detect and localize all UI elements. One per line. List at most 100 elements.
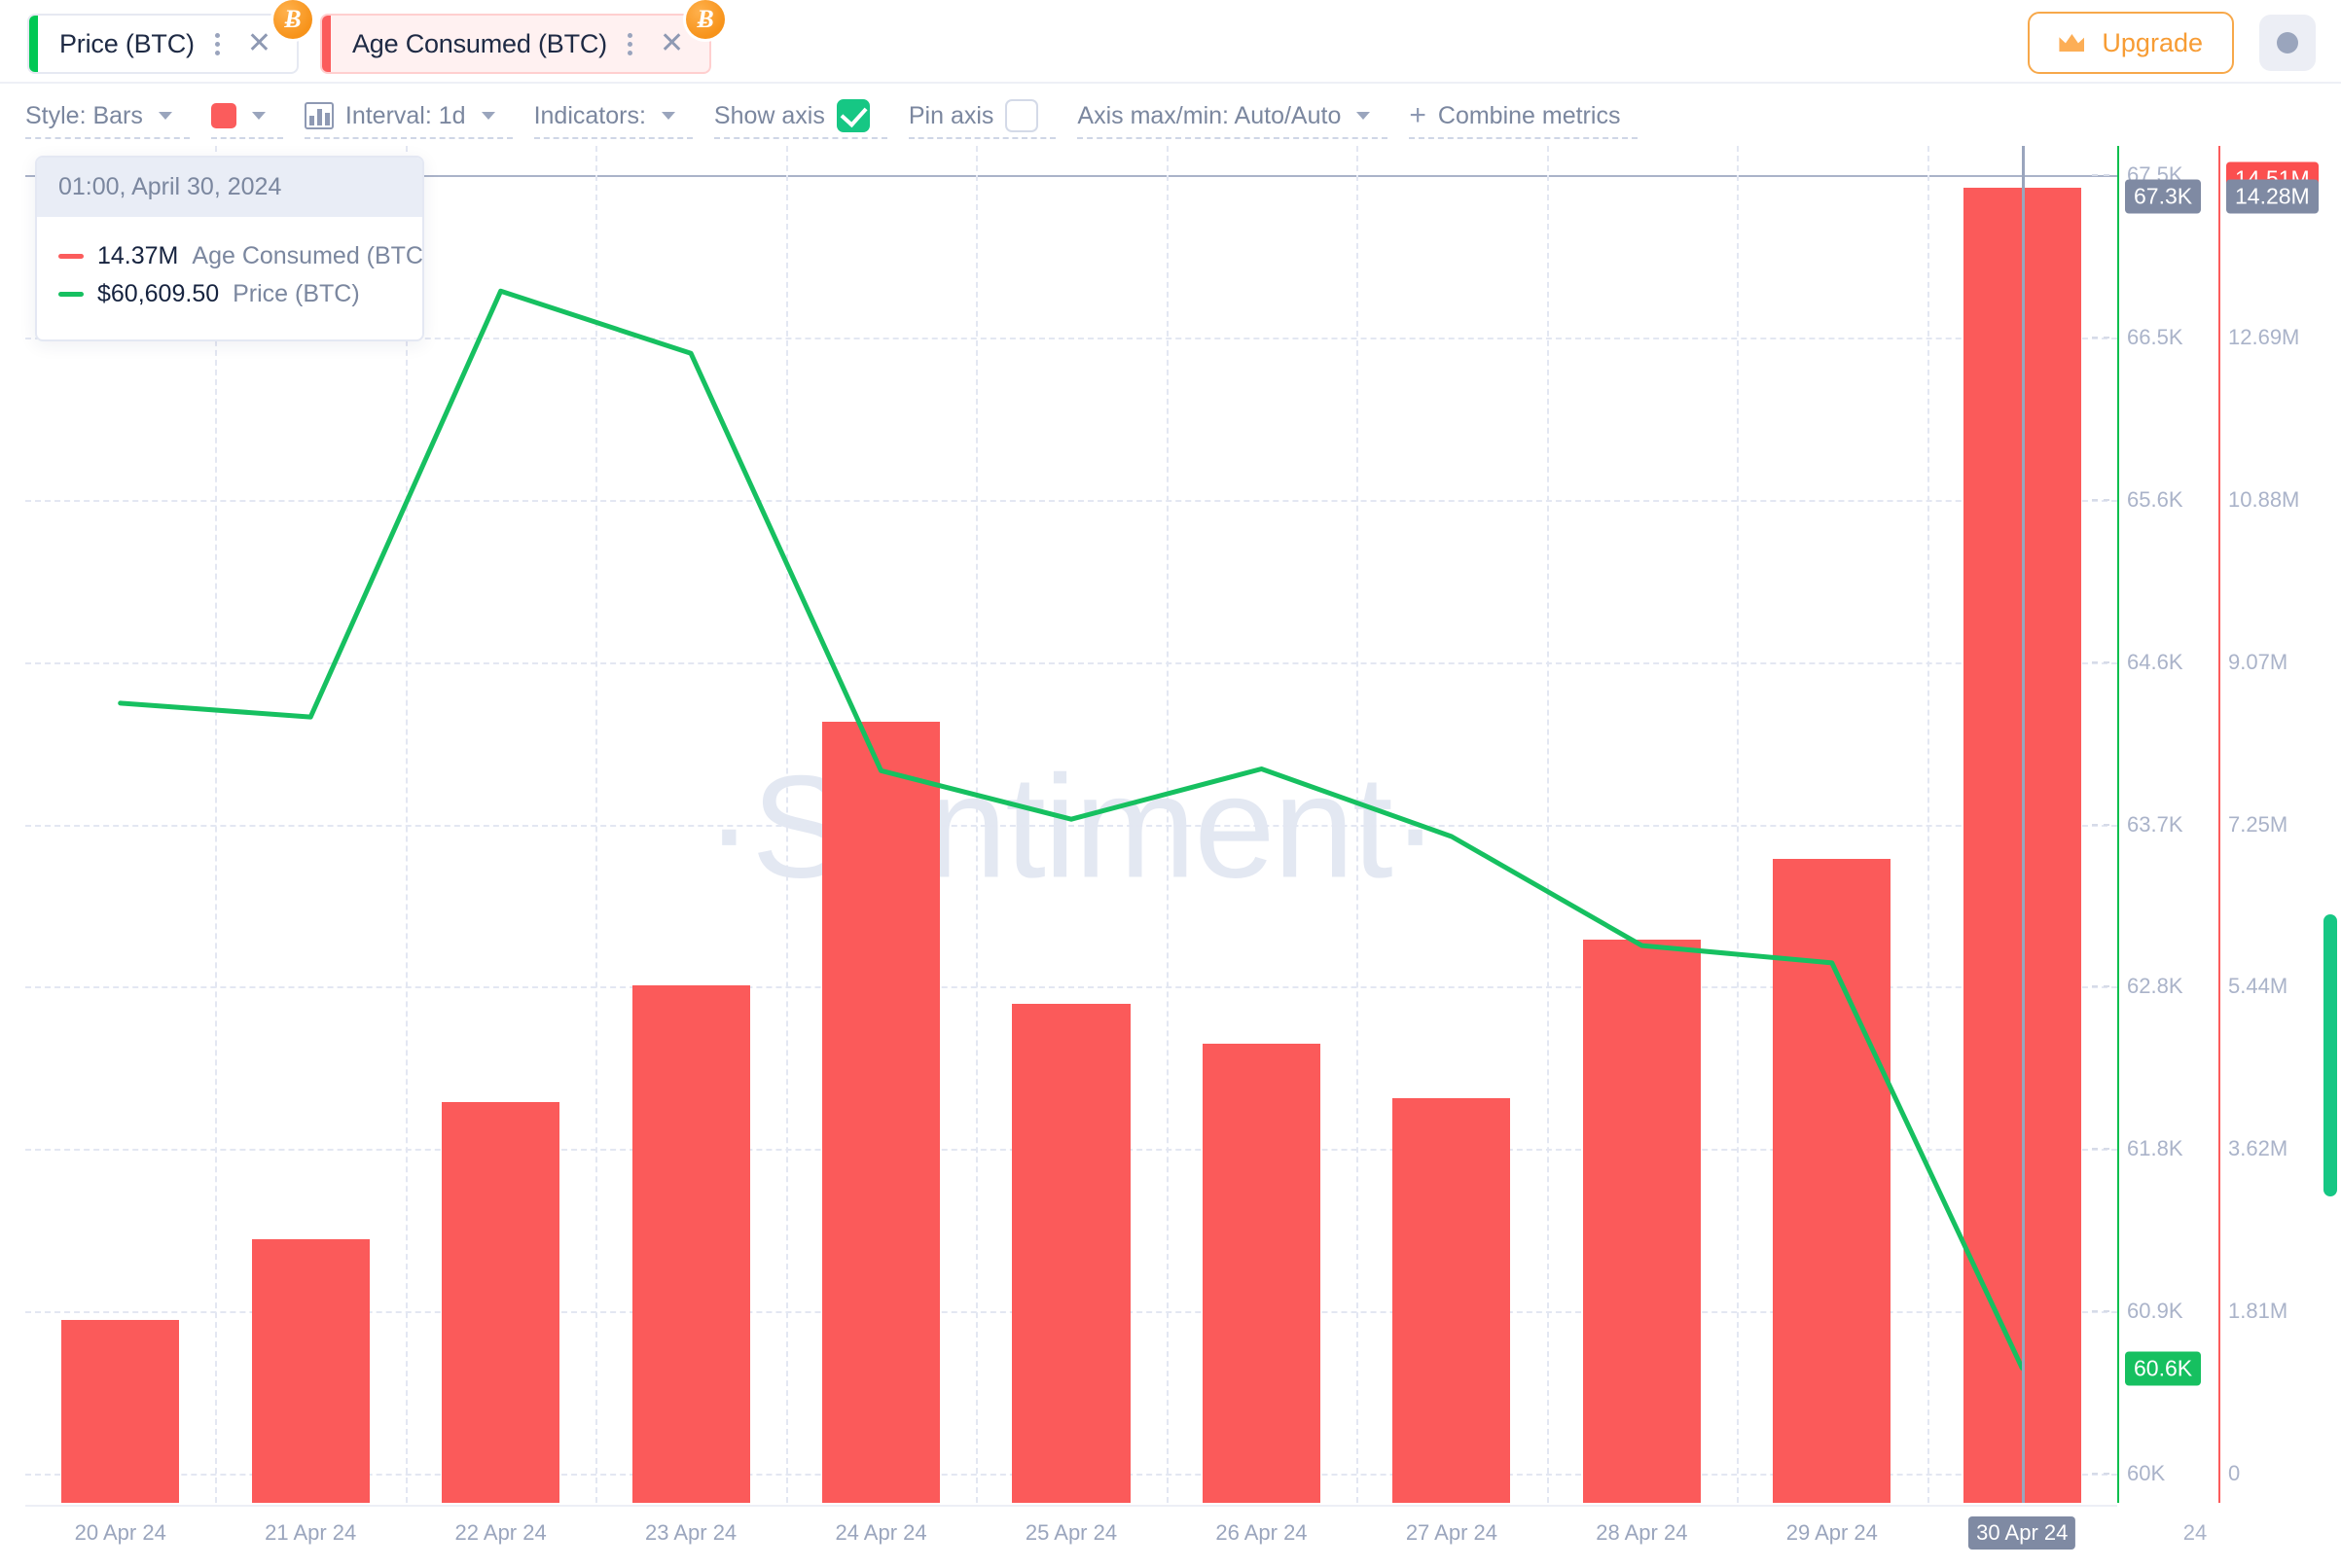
tooltip-value: 14.37M: [97, 242, 179, 269]
axis-tick-mark: [2092, 823, 2109, 826]
plus-icon: +: [1409, 99, 1426, 131]
chevron-down-icon: [1356, 112, 1371, 120]
pin-axis-checkbox[interactable]: [1005, 99, 1039, 132]
show-axis-checkbox[interactable]: [836, 99, 870, 132]
x-axis-tick-label: 26 Apr 24: [1215, 1520, 1308, 1545]
pin-axis-toggle[interactable]: Pin axis: [908, 94, 1057, 139]
avatar-icon: [2277, 32, 2298, 53]
axis-tick-mark: [2092, 1473, 2109, 1475]
x-axis-tick-label: 20 Apr 24: [74, 1520, 166, 1545]
left-axis-tick-label: 64.6K: [2127, 649, 2183, 674]
series-color-icon: [58, 254, 84, 259]
tooltip-timestamp: 01:00, April 30, 2024: [37, 158, 422, 217]
interval-selector[interactable]: Interval: 1d: [304, 94, 513, 139]
tab-price-btc[interactable]: Price (BTC) ✕ Ƀ: [27, 0, 312, 74]
x-axis-tick-label: 23 Apr 24: [644, 1520, 738, 1545]
close-icon[interactable]: ✕: [247, 29, 271, 58]
tooltip-body: 14.37M Age Consumed (BTC) $60,609.50 Pri…: [37, 217, 422, 339]
chart-controls: Style: Bars Interval: 1d Indicators: Sho…: [25, 89, 1659, 144]
tooltip-row: $60,609.50 Price (BTC): [58, 280, 401, 308]
style-selector[interactable]: Style: Bars: [25, 94, 190, 139]
indicators-selector[interactable]: Indicators:: [533, 94, 693, 139]
x-axis-tick-label: 28 Apr 24: [1596, 1520, 1688, 1545]
x-axis-tick-label-partial: 24: [2182, 1520, 2208, 1545]
left-axis-tick-label: 65.6K: [2127, 486, 2183, 512]
tab-label: Price (BTC): [59, 28, 195, 58]
color-selector[interactable]: [210, 94, 283, 139]
axis-maxmin-selector[interactable]: Axis max/min: Auto/Auto: [1077, 94, 1388, 139]
bitcoin-icon: Ƀ: [686, 0, 726, 39]
indicators-label: Indicators:: [533, 101, 646, 129]
tooltip-value: $60,609.50: [97, 280, 220, 307]
combine-metrics-button[interactable]: + Combine metrics: [1409, 94, 1639, 139]
pin-axis-label: Pin axis: [908, 101, 994, 129]
axis-tick-mark: [2092, 336, 2109, 339]
x-axis-tick-label: 29 Apr 24: [1785, 1520, 1878, 1545]
left-axis-tick-label: 66.5K: [2127, 324, 2183, 349]
x-axis: 20 Apr 24 21 Apr 24 22 Apr 24 23 Apr 24 24 A…: [25, 1505, 2207, 1568]
show-axis-toggle[interactable]: Show axis: [713, 94, 887, 139]
tooltip-series-name: Age Consumed (BTC): [192, 242, 424, 269]
plot-area[interactable]: ·Santiment·: [25, 146, 2117, 1503]
vertical-scrollbar[interactable]: [2323, 914, 2337, 1196]
bars-chart-icon: [304, 102, 334, 129]
right-axis-tick-label: 12.69M: [2228, 324, 2300, 349]
tab-accent-bar: [321, 16, 331, 72]
tooltip-series-name: Price (BTC): [233, 280, 360, 307]
tab-label: Age Consumed (BTC): [351, 28, 607, 58]
right-axis-tick-label: 10.88M: [2228, 486, 2300, 512]
left-axis-tick-label: 60K: [2127, 1461, 2166, 1485]
x-axis-tick-label: 21 Apr 24: [265, 1520, 357, 1545]
chevron-down-icon: [481, 112, 495, 120]
chevron-down-icon: [661, 112, 675, 120]
price-line-series: [118, 288, 2025, 1371]
axis-tick-mark: [2092, 174, 2109, 176]
x-axis-tick-label: 25 Apr 24: [1025, 1520, 1118, 1545]
chart-app: Price (BTC) ✕ Ƀ Age Consumed (BTC) ✕ Ƀ U…: [0, 0, 2341, 1568]
show-axis-label: Show axis: [713, 101, 825, 129]
style-label: Style: Bars: [25, 101, 143, 129]
left-axis-value-marker: 60.6K: [2125, 1351, 2202, 1385]
x-axis-tick-label: 22 Apr 24: [454, 1520, 547, 1545]
axis-maxmin-label: Axis max/min: Auto/Auto: [1077, 101, 1342, 129]
combine-metrics-label: Combine metrics: [1437, 101, 1621, 129]
header-actions: Upgrade: [2028, 12, 2316, 74]
upgrade-button[interactable]: Upgrade: [2028, 12, 2234, 74]
left-axis-tick-label: 60.9K: [2127, 1299, 2183, 1324]
left-axis-tick-label: 62.8K: [2127, 974, 2183, 999]
x-axis-tick-label: 27 Apr 24: [1405, 1520, 1497, 1545]
tooltip-row: 14.37M Age Consumed (BTC): [58, 242, 422, 270]
plot-inner: ·Santiment·: [25, 146, 2117, 1503]
right-axis-tick-label: 1.81M: [2228, 1299, 2288, 1324]
left-axis-hover-marker: 67.3K: [2125, 179, 2202, 214]
color-swatch: [210, 103, 236, 128]
left-axis-tick-label: 61.8K: [2127, 1136, 2183, 1161]
right-axis-tick-label: 5.44M: [2228, 974, 2288, 999]
tab-menu-icon[interactable]: [627, 32, 634, 55]
right-axis-tick-label: 7.25M: [2228, 811, 2288, 837]
upgrade-label: Upgrade: [2102, 27, 2203, 57]
tab-menu-icon[interactable]: [214, 32, 222, 55]
cursor-line: [2022, 146, 2026, 1503]
interval-label: Interval: 1d: [344, 101, 466, 129]
bitcoin-icon: Ƀ: [272, 0, 312, 39]
crown-icon: [2059, 34, 2085, 52]
right-axis-tick-label: 0: [2228, 1461, 2241, 1485]
x-axis-tick-label: 24 Apr 24: [835, 1520, 927, 1545]
right-metric-axis-rail: [2218, 146, 2220, 1503]
axis-tick-mark: [2092, 498, 2109, 501]
tab-accent-bar: [29, 16, 38, 72]
axis-tick-mark: [2092, 660, 2109, 663]
axis-tick-mark: [2092, 1148, 2109, 1151]
avatar[interactable]: [2259, 15, 2316, 71]
chevron-down-icon: [251, 112, 266, 120]
metric-tabs: Price (BTC) ✕ Ƀ Age Consumed (BTC) ✕ Ƀ: [27, 0, 726, 74]
right-axis-tick-label: 9.07M: [2228, 649, 2288, 674]
chart-tooltip: 01:00, April 30, 2024 14.37M Age Consume…: [35, 156, 424, 341]
close-icon[interactable]: ✕: [660, 29, 684, 58]
chevron-down-icon: [158, 112, 172, 120]
series-color-icon: [58, 292, 84, 297]
axis-tick-mark: [2092, 1310, 2109, 1313]
tab-age-consumed-btc[interactable]: Age Consumed (BTC) ✕ Ƀ: [319, 0, 726, 74]
left-axis-tick-label: 63.7K: [2127, 811, 2183, 837]
